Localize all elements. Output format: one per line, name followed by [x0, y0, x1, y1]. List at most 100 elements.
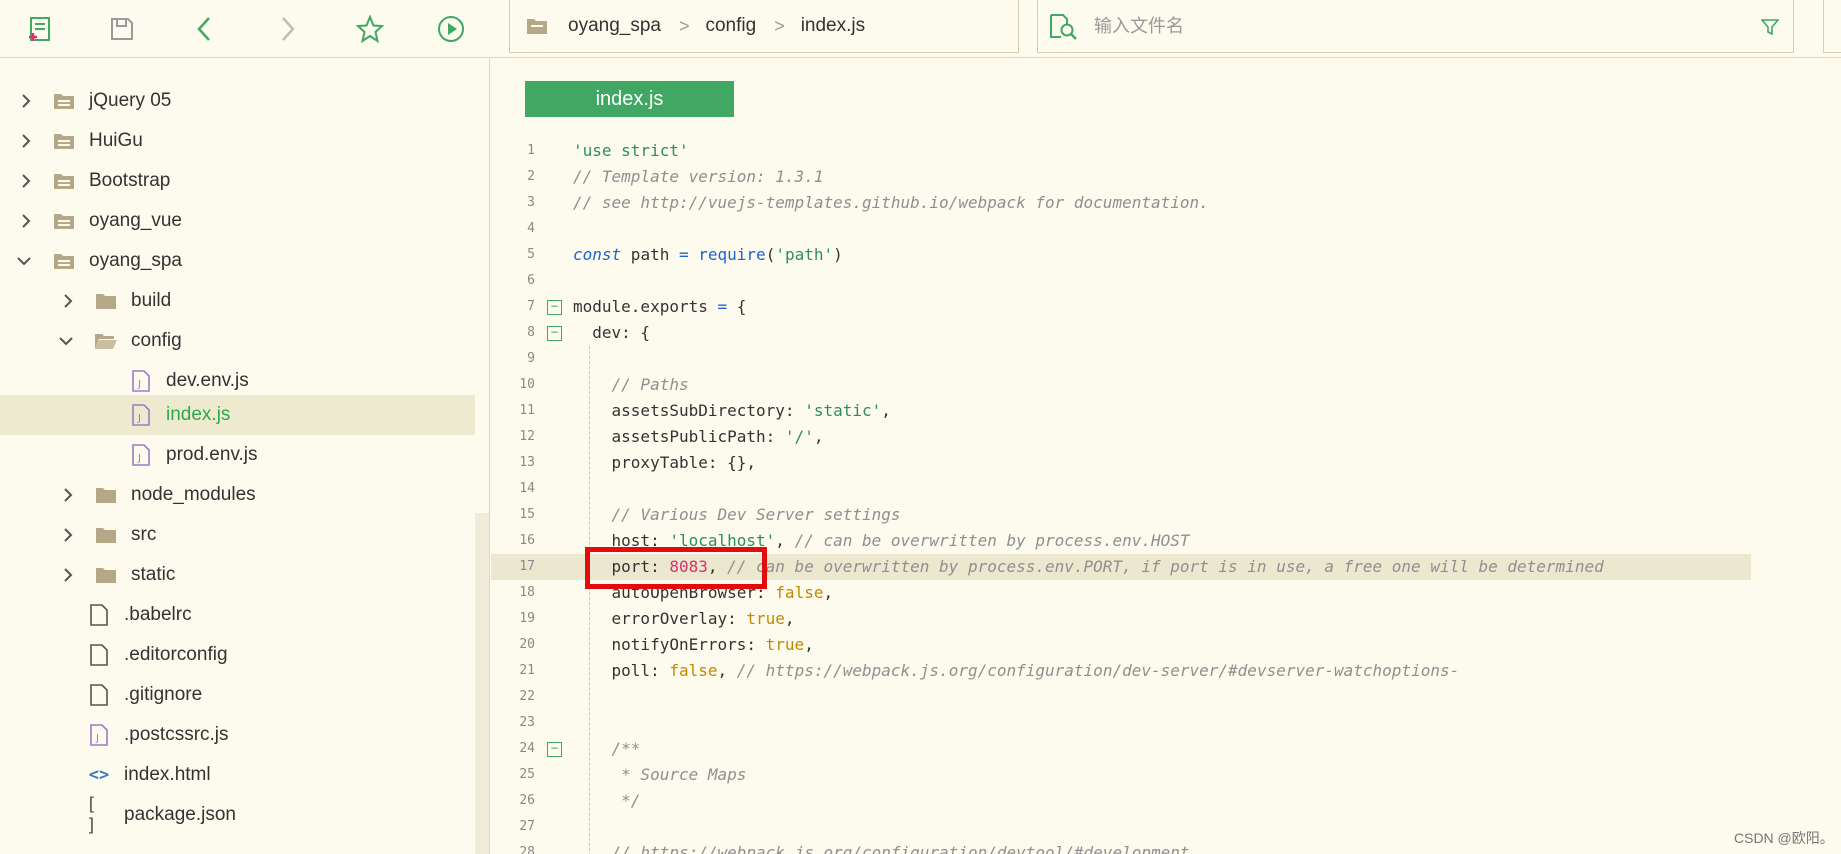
- line-number: 20: [519, 637, 535, 652]
- file-icon: [86, 643, 112, 667]
- forward-icon[interactable]: [270, 12, 304, 46]
- line-text: // Paths: [573, 375, 689, 394]
- chevron-right-icon[interactable]: [57, 484, 79, 506]
- folder-icon: [51, 89, 77, 113]
- save-icon[interactable]: [105, 12, 139, 46]
- line-number: 18: [519, 585, 535, 600]
- top-toolbar: oyang_spa > config > index.js: [0, 0, 1841, 58]
- tree-item-oyang-vue[interactable]: oyang_vue: [0, 201, 475, 241]
- tree-item-label: index.html: [124, 764, 211, 785]
- svg-text:J: J: [137, 453, 141, 464]
- line-number: 15: [519, 507, 535, 522]
- tree-item-label: oyang_spa: [89, 250, 182, 271]
- svg-text:J: J: [137, 379, 141, 390]
- breadcrumb-item-folder[interactable]: config: [705, 15, 756, 37]
- folder-icon: [51, 129, 77, 153]
- code-line: 24− /**: [491, 736, 1751, 762]
- line-text: // https://webpack.js.org/configuration/…: [573, 843, 1190, 854]
- line-text: assetsPublicPath: '/',: [573, 427, 824, 446]
- tree-item-label: build: [131, 290, 172, 311]
- filter-icon[interactable]: [1761, 18, 1779, 36]
- tree-item-build[interactable]: build: [0, 281, 475, 321]
- code-line: 15 // Various Dev Server settings: [491, 502, 1751, 528]
- code-line: 28 // https://webpack.js.org/configurati…: [491, 840, 1751, 854]
- line-text: notifyOnErrors: true,: [573, 635, 814, 654]
- tree-item-static[interactable]: static: [0, 555, 475, 595]
- fold-toggle-icon[interactable]: −: [547, 742, 562, 757]
- chevron-right-icon[interactable]: [15, 90, 37, 112]
- tab-index-js[interactable]: index.js: [525, 81, 734, 117]
- line-text: /**: [573, 739, 641, 758]
- tree-item-label: oyang_vue: [89, 210, 182, 231]
- chevron-right-icon[interactable]: [15, 170, 37, 192]
- tree-item-label: jQuery 05: [89, 90, 172, 111]
- line-text: poll: false, // https://webpack.js.org/c…: [573, 661, 1460, 680]
- tree-item-jquery05[interactable]: jQuery 05: [0, 81, 475, 121]
- back-icon[interactable]: [188, 12, 222, 46]
- tree-item-node-modules[interactable]: node_modules: [0, 475, 475, 515]
- tree-item-prod-env-js[interactable]: J prod.env.js: [0, 435, 475, 475]
- line-number: 11: [519, 403, 535, 418]
- chevron-right-icon[interactable]: [15, 210, 37, 232]
- code-line: 11 assetsSubDirectory: 'static',: [491, 398, 1751, 424]
- chevron-right-icon[interactable]: [57, 564, 79, 586]
- search-file-icon[interactable]: [1048, 12, 1078, 40]
- line-number: 17: [519, 559, 535, 574]
- line-text: // Template version: 1.3.1: [573, 167, 824, 186]
- folder-icon: [526, 17, 548, 35]
- breadcrumb-item-file[interactable]: index.js: [801, 15, 865, 37]
- file-icon: [86, 603, 112, 627]
- line-text: dev: {: [573, 323, 651, 342]
- line-text: module.exports = {: [573, 297, 747, 316]
- line-number: 13: [519, 455, 535, 470]
- chevron-down-icon[interactable]: [13, 250, 35, 272]
- code-line: 2 // Template version: 1.3.1: [491, 164, 1751, 190]
- code-line: 19 errorOverlay: true,: [491, 606, 1751, 632]
- code-line: 12 assetsPublicPath: '/',: [491, 424, 1751, 450]
- tree-item-oyang-spa[interactable]: oyang_spa: [0, 241, 475, 281]
- tree-item-editorconfig[interactable]: .editorconfig: [0, 635, 475, 675]
- tree-item-package-json[interactable]: [ ] package.json: [0, 794, 475, 836]
- line-number: 22: [519, 689, 535, 704]
- run-icon[interactable]: [434, 12, 468, 46]
- tree-item-huigu[interactable]: HuiGu: [0, 121, 475, 161]
- js-file-icon: J: [128, 443, 154, 467]
- tree-item-label: static: [131, 564, 176, 585]
- tree-item-label: Bootstrap: [89, 170, 171, 191]
- toolbar-edge: [1823, 0, 1841, 53]
- line-text: proxyTable: {},: [573, 453, 757, 472]
- tree-item-index-html[interactable]: <> index.html: [0, 755, 475, 795]
- folder-icon: [93, 289, 119, 313]
- tree-item-label: .editorconfig: [124, 644, 228, 665]
- code-line: 27: [491, 814, 1751, 840]
- line-number: 19: [519, 611, 535, 626]
- code-line: 20 notifyOnErrors: true,: [491, 632, 1751, 658]
- fold-toggle-icon[interactable]: −: [547, 300, 562, 315]
- chevron-right-icon[interactable]: [15, 130, 37, 152]
- chevron-right-icon[interactable]: [57, 524, 79, 546]
- code-line: 9: [491, 346, 1751, 372]
- svg-text:J: J: [137, 413, 141, 424]
- breadcrumb-separator: >: [678, 15, 690, 36]
- new-file-icon[interactable]: [23, 12, 57, 46]
- watermark: CSDN @欧阳。: [1734, 830, 1834, 846]
- tree-item-gitignore[interactable]: .gitignore: [0, 675, 475, 715]
- tree-item-postcssrc[interactable]: J .postcssrc.js: [0, 715, 475, 755]
- tree-item-label: package.json: [124, 804, 236, 825]
- line-number: 6: [527, 273, 535, 288]
- tree-item-label: HuiGu: [89, 130, 143, 151]
- sidebar-scrollbar[interactable]: [475, 513, 489, 854]
- line-number: 28: [519, 845, 535, 854]
- search-input[interactable]: [1094, 6, 1734, 46]
- js-file-icon: J: [128, 403, 154, 427]
- line-number: 1: [527, 143, 535, 158]
- tree-item-bootstrap[interactable]: Bootstrap: [0, 161, 475, 201]
- chevron-right-icon[interactable]: [57, 290, 79, 312]
- tree-item-src[interactable]: src: [0, 515, 475, 555]
- file-tree: jQuery 05 HuiGu Bootstrap oyang_vue oyan…: [0, 58, 490, 854]
- tree-item-babelrc[interactable]: .babelrc: [0, 595, 475, 635]
- breadcrumb-item-project[interactable]: oyang_spa: [568, 15, 661, 37]
- star-icon[interactable]: [353, 12, 387, 46]
- fold-toggle-icon[interactable]: −: [547, 326, 562, 341]
- tree-item-index-js[interactable]: J index.js: [0, 395, 475, 435]
